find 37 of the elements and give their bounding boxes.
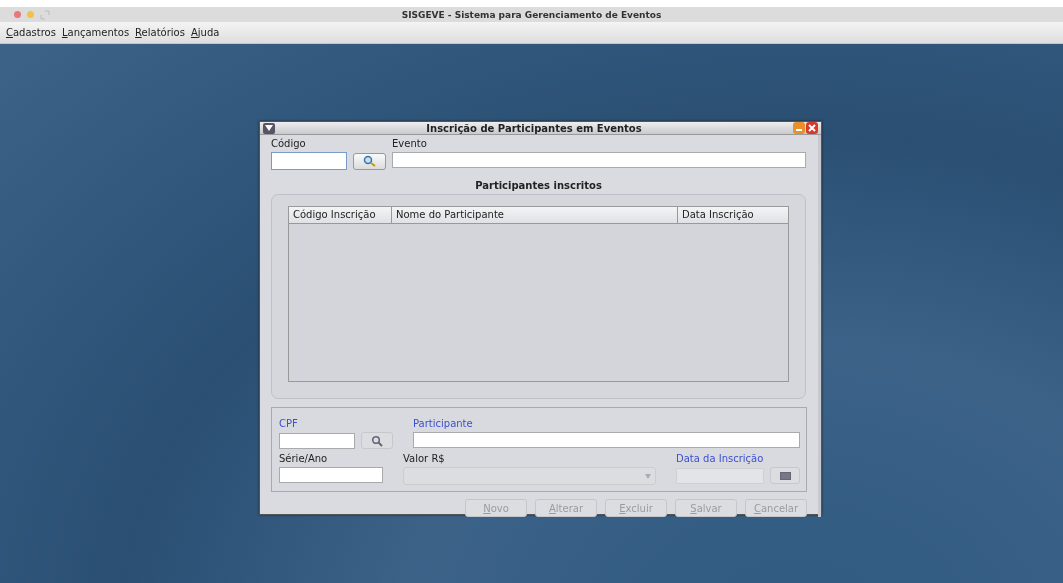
maximize-icon[interactable] [40, 9, 50, 20]
menu-item[interactable]: Relatórios [135, 27, 185, 38]
close-icon [808, 124, 816, 132]
field-label: Data da Inscrição [676, 453, 765, 465]
window-title: SISGEVE - Sistema para Gerenciamento de Eventos [400, 9, 663, 20]
column-header[interactable]: Data Inscrição [678, 207, 788, 223]
search-button[interactable] [361, 432, 393, 449]
field-label: Série/Ano [279, 453, 329, 465]
minimize-button[interactable] [793, 122, 805, 134]
window-menu-button[interactable] [263, 122, 275, 134]
input-field[interactable] [392, 152, 806, 168]
dialog-title: Inscrição de Participantes em Eventos [425, 122, 643, 134]
field-label: Participante [413, 418, 474, 430]
caret-icon [645, 473, 651, 479]
minimize-button[interactable] [27, 11, 34, 18]
field-label: CPF [279, 418, 299, 430]
menu-item[interactable]: Lançamentos [61, 27, 130, 38]
menu-item[interactable]: Cadastros [6, 27, 56, 38]
field-label: Valor R$ [403, 453, 446, 465]
search-icon [362, 155, 377, 167]
input-field[interactable] [279, 432, 355, 449]
input-field[interactable] [271, 152, 347, 170]
column-header[interactable]: Código Inscrição [289, 207, 392, 223]
menu-item[interactable]: Ajuda [190, 27, 220, 38]
caret-icon [265, 125, 273, 131]
column-header[interactable]: Nome do Participante [392, 207, 678, 223]
calendar-icon [779, 471, 791, 480]
input-field[interactable] [413, 432, 800, 448]
field-label: Código [271, 138, 307, 150]
calendar-button[interactable] [770, 467, 800, 484]
input-field[interactable] [279, 467, 383, 483]
search-button[interactable] [353, 152, 386, 170]
search-icon [371, 434, 383, 447]
field-label: Evento [392, 138, 428, 150]
close-button[interactable] [806, 122, 818, 134]
close-button[interactable] [14, 11, 21, 18]
panel-title: Participantes inscritos [474, 180, 603, 191]
